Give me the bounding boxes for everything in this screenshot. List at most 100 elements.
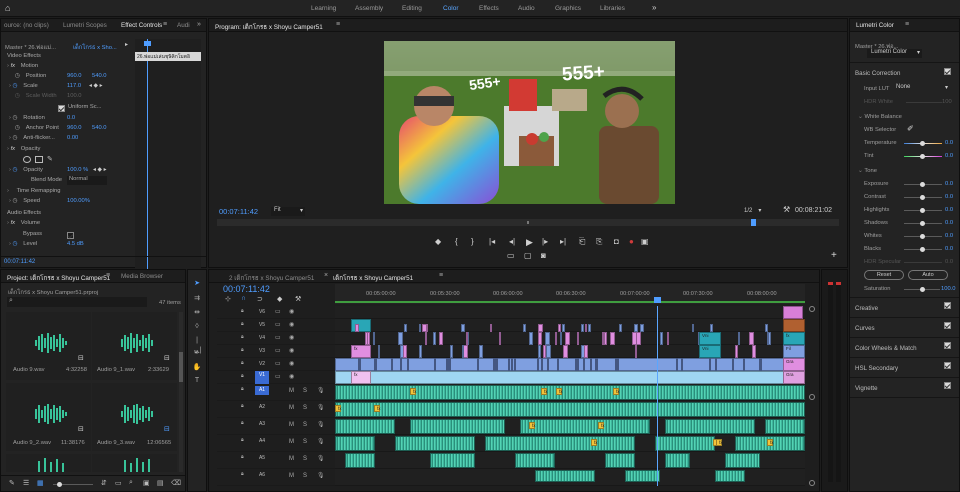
clip-edit-point[interactable] — [374, 358, 376, 371]
play-icon[interactable]: ▶ — [526, 237, 533, 248]
icon-view-icon[interactable]: ▦ — [37, 479, 44, 487]
blacks-slider[interactable] — [904, 247, 942, 252]
clip-edit-point[interactable] — [541, 358, 543, 371]
workspace-libraries[interactable]: Libraries — [600, 5, 625, 12]
blacks-value[interactable]: 0.0 — [945, 246, 953, 252]
video-clip[interactable] — [419, 324, 421, 332]
clip-edit-point[interactable] — [676, 358, 678, 371]
video-clip[interactable] — [466, 332, 468, 345]
video-clip[interactable] — [479, 345, 483, 358]
video-clip[interactable] — [640, 324, 644, 332]
video-clip[interactable] — [538, 324, 543, 332]
home-icon[interactable]: ⌂ — [5, 3, 15, 13]
mute-button[interactable]: M — [289, 456, 294, 462]
eye-icon[interactable]: ◉ — [289, 373, 294, 380]
track-header-a4[interactable]: 🔒︎ A4 M S 🎙︎ — [217, 435, 335, 452]
project-item[interactable]: ⊟ Audio 9_2.wav 11:38176 — [6, 383, 91, 451]
creative-header[interactable]: Creative — [855, 305, 878, 312]
audio-fx-badge[interactable]: fx — [335, 405, 342, 412]
search-bin-icon[interactable]: ⌕ — [129, 479, 133, 487]
clip-bar[interactable]: 26.พ่อแม่เล่นชุษิลิกโมตอิ — [135, 52, 201, 61]
video-frame[interactable]: 555+ 555+ — [384, 41, 675, 204]
audio-fx-badge[interactable]: fx — [591, 439, 598, 446]
track-target-v2[interactable]: V2 — [255, 360, 269, 369]
video-clip[interactable] — [378, 345, 380, 358]
list-view-icon[interactable]: ☰ — [23, 479, 29, 487]
lock-track-icon[interactable]: 🔒︎ — [241, 403, 244, 409]
extract-icon[interactable]: ⎘ — [596, 237, 602, 247]
timeline-settings-icon[interactable]: ⚒ — [295, 295, 301, 303]
project-search[interactable]: ⌕ — [7, 297, 147, 307]
slip-tool-icon[interactable]: |↔| — [192, 336, 202, 354]
lock-track-icon[interactable]: 🔒︎ — [241, 347, 244, 353]
step-back-icon[interactable]: ◂| — [509, 237, 515, 246]
level-row[interactable]: › ◷ Level 4.5 dB — [9, 241, 84, 251]
motion-row[interactable]: › fx Motion — [7, 63, 38, 73]
video-clip[interactable] — [367, 332, 370, 345]
microphone-icon[interactable]: 🎙︎ — [317, 404, 325, 411]
eye-icon[interactable]: ◉ — [289, 347, 294, 354]
blend-row[interactable]: Blend Mode Normal — [31, 176, 107, 187]
video-clip[interactable] — [529, 332, 533, 345]
tab-media-browser[interactable]: Media Browser — [121, 273, 163, 280]
selection-tool-icon[interactable]: ➤ — [192, 279, 202, 289]
project-item[interactable]: ⊟ Audio 9_1.wav 2:33629 — [92, 312, 177, 380]
step-forward-icon[interactable]: |▸ — [542, 237, 548, 246]
video-clip[interactable] — [419, 345, 422, 358]
audio-clip[interactable] — [715, 470, 745, 482]
blend-mode-select[interactable]: Normal — [67, 176, 107, 185]
audio-clip[interactable] — [430, 453, 475, 468]
go-to-out-icon[interactable]: ▸| — [560, 237, 566, 246]
timeline-menu-icon[interactable]: ≡ — [439, 272, 443, 279]
track-target-v3[interactable]: V3 — [255, 347, 269, 356]
lock-track-icon[interactable]: 🔒︎ — [241, 308, 244, 314]
tab-lumetri-scopes[interactable]: Lumetri Scopes — [63, 22, 107, 29]
record-icon[interactable]: ● — [629, 237, 634, 246]
audio-fx-badge[interactable]: fx — [541, 388, 548, 395]
volume-row[interactable]: › fx Volume — [7, 220, 40, 230]
video-clip[interactable] — [560, 332, 562, 345]
video-clip[interactable] — [398, 332, 403, 345]
microphone-icon[interactable]: 🎙︎ — [317, 455, 325, 462]
clip-edit-point[interactable] — [596, 358, 598, 371]
video-clip[interactable] — [426, 324, 428, 332]
track-target-a2[interactable]: A2 — [255, 403, 269, 412]
solo-button[interactable]: S — [303, 456, 307, 462]
track-header-a5[interactable]: 🔒︎ A5 M S 🎙︎ — [217, 452, 335, 469]
audio-clip[interactable] — [345, 453, 375, 468]
microphone-icon[interactable]: 🎙︎ — [317, 387, 325, 394]
lift-icon[interactable]: ⎗ — [579, 237, 585, 247]
lumetri-menu-icon[interactable]: ≡ — [905, 21, 909, 28]
project-menu-icon[interactable]: ≡ — [106, 272, 110, 279]
audio-clip[interactable] — [515, 453, 555, 468]
clip-edit-point[interactable] — [709, 358, 711, 371]
saturation-value[interactable]: 100.0 — [941, 286, 956, 292]
video-clip[interactable] — [710, 324, 713, 332]
eye-icon[interactable]: ◉ — [289, 321, 294, 328]
audio-clip[interactable] — [625, 470, 660, 482]
compare-view-icon[interactable]: ▣ — [641, 237, 649, 246]
audio-clip[interactable] — [395, 436, 475, 451]
saturation-slider[interactable] — [904, 287, 940, 292]
bypass-row[interactable]: Bypass — [23, 231, 74, 241]
video-clip[interactable] — [584, 345, 588, 358]
timeline-vscroll[interactable] — [809, 306, 815, 486]
curves-header[interactable]: Curves — [855, 325, 875, 332]
trash-icon[interactable]: ⌫ — [171, 479, 181, 487]
track-header-a6[interactable]: 🔒︎ A6 M S 🎙︎ — [217, 469, 335, 486]
whites-value[interactable]: 0.0 — [945, 233, 953, 239]
basic-correction-header[interactable]: Basic Correction — [855, 70, 900, 77]
clip-edit-point[interactable] — [590, 358, 592, 371]
video-clip[interactable] — [752, 345, 756, 358]
lock-track-icon[interactable]: 🔒︎ — [241, 373, 244, 379]
video-clip[interactable] — [635, 345, 637, 358]
video-clip[interactable] — [546, 345, 551, 358]
video-clip[interactable]: Gra — [783, 358, 805, 371]
video-clip[interactable] — [558, 324, 561, 332]
exposure-value[interactable]: 0.0 — [945, 181, 953, 187]
mute-button[interactable]: M — [289, 439, 294, 445]
nest-icon[interactable]: ⊹ — [225, 295, 231, 303]
mute-button[interactable]: M — [289, 405, 294, 411]
tab-sequence-2[interactable]: 2 เด็กโกรธ x Shoyu Camper51 — [229, 273, 314, 283]
sync-lock-icon[interactable]: ▭ — [275, 308, 281, 315]
